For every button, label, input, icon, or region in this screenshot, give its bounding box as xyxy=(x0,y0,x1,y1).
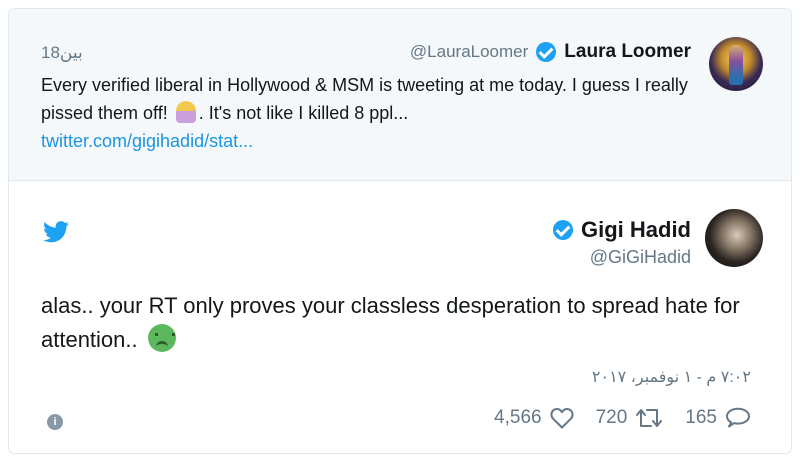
author-handle[interactable]: @GiGiHadid xyxy=(553,247,691,268)
info-icon[interactable]: i xyxy=(47,414,63,430)
tweet-text-body: alas.. your RT only proves your classles… xyxy=(41,293,740,352)
author-avatar[interactable] xyxy=(705,209,763,267)
tweet-text: alas.. your RT only proves your classles… xyxy=(41,289,761,357)
tweet-timestamp[interactable]: ٧:٠٢ م - ١ نوفمبر، ٢٠١٧ xyxy=(592,367,751,387)
quoted-header: @LauraLoomer Laura Loomer xyxy=(410,41,691,63)
quoted-text: Every verified liberal in Hollywood & MS… xyxy=(41,71,701,155)
verified-badge-icon xyxy=(536,42,557,62)
avatar-figure xyxy=(729,45,743,85)
tweet-actions: 4,566 720 165 xyxy=(494,407,751,429)
quoted-display-name[interactable]: Laura Loomer xyxy=(564,41,691,63)
reply-icon xyxy=(726,407,750,428)
quoted-handle[interactable]: @LauraLoomer xyxy=(410,42,528,62)
retweet-count: 720 xyxy=(595,407,628,428)
twitter-bird-icon[interactable] xyxy=(43,221,69,243)
reply-action[interactable]: 165 xyxy=(685,407,751,429)
nauseated-face-emoji-icon xyxy=(147,324,176,352)
woman-shrugging-emoji-icon xyxy=(175,101,196,123)
heart-icon xyxy=(550,408,574,429)
quoted-tweet[interactable]: @LauraLoomer Laura Loomer 18بين Every ve… xyxy=(9,9,791,181)
author-name-row: Gigi Hadid xyxy=(553,217,691,243)
quoted-time[interactable]: 18بين xyxy=(41,43,83,63)
quoted-text-part2: . It's not like I killed 8 ppl... xyxy=(198,103,409,123)
verified-badge-icon xyxy=(553,220,573,240)
quoted-avatar[interactable] xyxy=(709,37,763,91)
like-count: 4,566 xyxy=(494,407,542,428)
tweet-card: @LauraLoomer Laura Loomer 18بين Every ve… xyxy=(8,8,792,454)
quoted-link[interactable]: twitter.com/gigihadid/stat... xyxy=(41,131,253,151)
like-action[interactable]: 4,566 xyxy=(494,407,574,429)
reply-count: 165 xyxy=(685,407,717,428)
author-display-name[interactable]: Gigi Hadid xyxy=(581,217,691,243)
retweet-icon xyxy=(636,409,663,427)
retweet-action[interactable]: 720 xyxy=(596,407,664,429)
author-header: Gigi Hadid @GiGiHadid xyxy=(553,217,691,268)
